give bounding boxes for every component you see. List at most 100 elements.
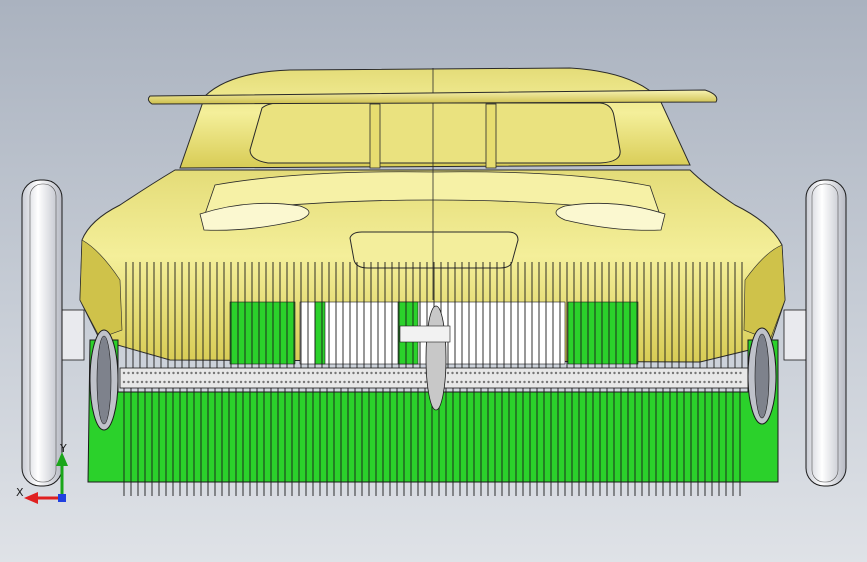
rail-hole — [469, 371, 472, 375]
rail-hole — [500, 380, 504, 384]
rail-hole — [316, 371, 319, 375]
rail-hole — [361, 371, 364, 375]
rail-hole — [478, 380, 481, 384]
rail-hole — [397, 371, 400, 375]
rail-hole — [694, 380, 697, 384]
rail-hole — [658, 371, 661, 375]
rail-hole — [370, 371, 373, 375]
rail-hole — [388, 371, 391, 375]
rail-hole — [536, 371, 540, 375]
rail-hole — [635, 371, 639, 375]
rail-hole — [455, 380, 459, 384]
rail-hole — [505, 380, 508, 384]
rail-hole — [739, 371, 742, 375]
rail-hole — [667, 371, 670, 375]
rail-hole — [415, 371, 418, 375]
rail-hole — [172, 371, 175, 375]
rail-hole — [266, 380, 270, 384]
rail-hole — [163, 380, 166, 384]
rail-hole — [221, 371, 225, 375]
rail-hole — [230, 371, 234, 375]
rail-hole — [298, 371, 301, 375]
rail-hole — [581, 371, 585, 375]
rail-hole — [271, 380, 274, 384]
rail-hole — [221, 380, 225, 384]
rail-hole — [145, 371, 148, 375]
rail-hole — [131, 380, 135, 384]
rail-hole — [689, 371, 693, 375]
rail-hole — [248, 371, 252, 375]
rail-hole — [671, 380, 675, 384]
rail-hole — [689, 380, 693, 384]
rail-hole — [563, 371, 567, 375]
rail-hole — [572, 380, 576, 384]
rail-hole — [329, 371, 333, 375]
rail-hole — [617, 371, 621, 375]
rail-hole — [698, 371, 702, 375]
rail-hole — [644, 380, 648, 384]
rail-hole — [568, 380, 571, 384]
rail-hole — [716, 371, 720, 375]
rail-hole — [293, 380, 297, 384]
rail-hole — [154, 380, 157, 384]
rail-hole — [550, 371, 553, 375]
rail-hole — [136, 371, 139, 375]
rail-hole — [491, 380, 495, 384]
model-view[interactable] — [0, 0, 867, 562]
rail-hole — [406, 371, 409, 375]
axle-left — [59, 309, 85, 361]
rail-hole — [545, 371, 549, 375]
rail-hole — [590, 371, 594, 375]
rail-hole — [446, 371, 450, 375]
rail-hole — [568, 371, 571, 375]
rail-hole — [424, 380, 427, 384]
rail-hole — [518, 371, 522, 375]
rail-hole — [532, 371, 535, 375]
rail-hole — [532, 380, 535, 384]
rail-hole — [527, 380, 531, 384]
rail-hole — [298, 380, 301, 384]
rail-hole — [397, 380, 400, 384]
rail-hole — [185, 371, 189, 375]
rail-hole — [199, 380, 202, 384]
rail-hole — [617, 380, 621, 384]
rail-hole — [194, 371, 198, 375]
rail-hole — [280, 371, 283, 375]
rail-hole — [491, 371, 495, 375]
rail-hole — [307, 371, 310, 375]
rail-hole — [334, 380, 337, 384]
rail-hole — [554, 371, 558, 375]
rail-hole — [208, 380, 211, 384]
rail-hole — [451, 371, 454, 375]
rail-hole — [631, 380, 634, 384]
rail-hole — [149, 371, 153, 375]
rail-hole — [379, 380, 382, 384]
rail-hole — [334, 371, 337, 375]
cad-viewport[interactable]: X Y — [0, 0, 867, 562]
rail-hole — [158, 371, 162, 375]
rail-hole — [572, 371, 576, 375]
rail-hole — [559, 371, 562, 375]
rail-hole — [253, 380, 256, 384]
rail-hole — [509, 371, 513, 375]
rail-hole — [199, 371, 202, 375]
rail-hole — [640, 380, 643, 384]
pulley-right — [747, 327, 777, 425]
rail-hole — [496, 380, 499, 384]
rail-hole — [365, 380, 369, 384]
rail-hole — [604, 380, 607, 384]
pulley-left — [89, 329, 119, 431]
rail-hole — [586, 371, 589, 375]
rail-hole — [658, 380, 661, 384]
rail-hole — [541, 380, 544, 384]
rail-hole — [383, 380, 387, 384]
rail-hole — [554, 380, 558, 384]
y-axis-label: Y — [60, 442, 67, 455]
rail-hole — [676, 371, 679, 375]
rail-hole — [514, 371, 517, 375]
rail-hole — [163, 371, 166, 375]
rail-hole — [401, 371, 405, 375]
rail-hole — [739, 380, 742, 384]
axle-right — [783, 309, 807, 361]
rail-hole — [401, 380, 405, 384]
